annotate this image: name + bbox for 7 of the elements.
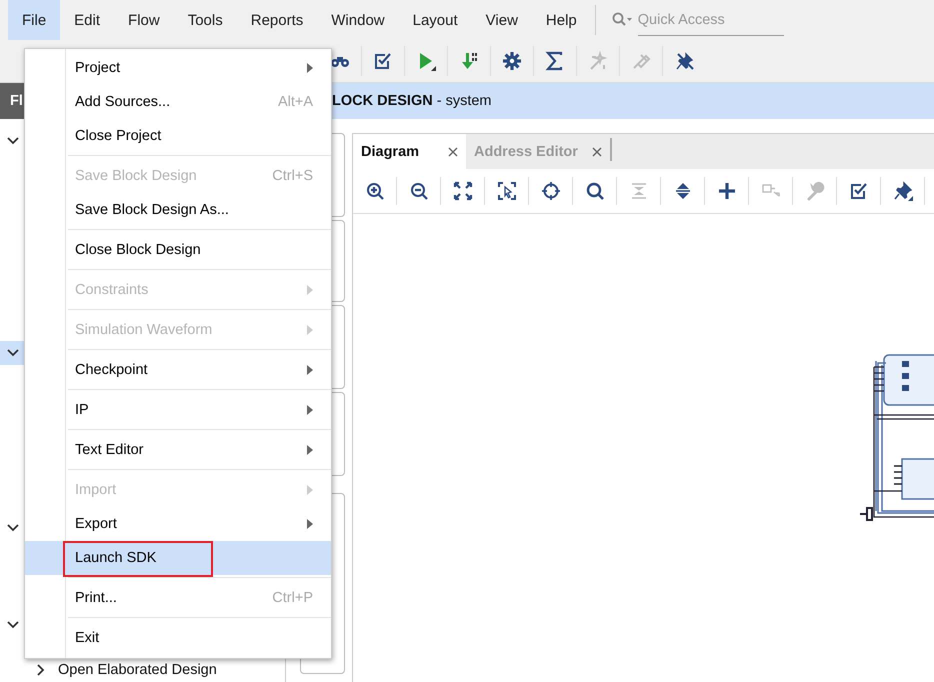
shortcut-label: Ctrl+S <box>272 168 313 184</box>
navigator-title: Fl <box>9 93 23 109</box>
shortcut-label: Ctrl+P <box>272 590 313 606</box>
shortcut-label: Alt+A <box>278 94 313 110</box>
design-title: LOCK DESIGN - system <box>332 93 492 109</box>
tab-label: Diagram <box>361 144 420 160</box>
tab-label: Address Editor <box>474 144 578 160</box>
